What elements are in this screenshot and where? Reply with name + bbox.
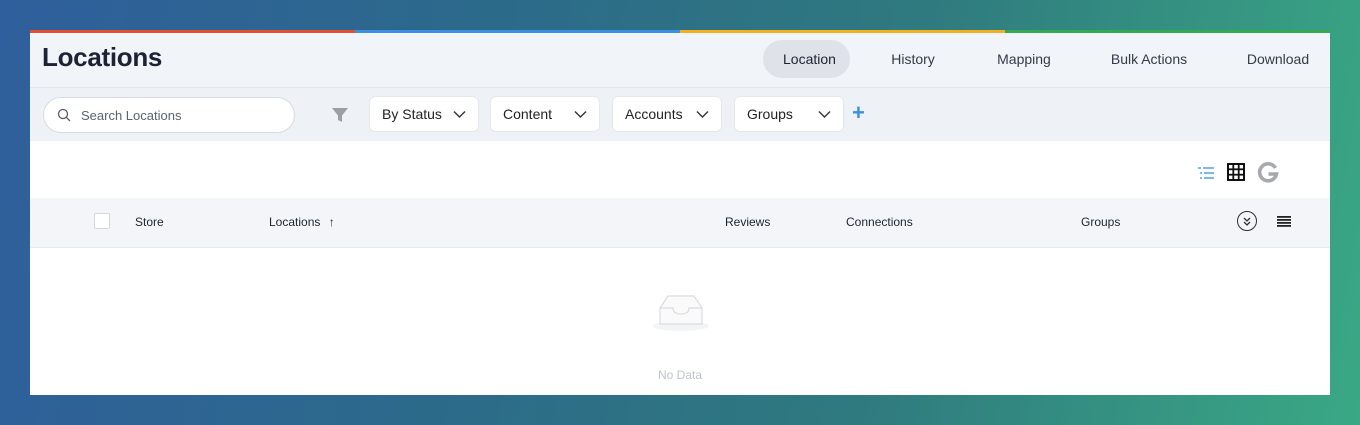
sort-arrow-icon: ↑ bbox=[328, 215, 335, 229]
tab-download[interactable]: Download bbox=[1226, 40, 1330, 78]
dropdown-by-status-label: By Status bbox=[382, 106, 442, 122]
tab-bulk-actions[interactable]: Bulk Actions bbox=[1090, 40, 1208, 78]
filter-toolbar: By Status Content Accounts Groups + bbox=[30, 88, 1330, 141]
chevron-down-icon bbox=[818, 111, 831, 118]
view-switcher bbox=[30, 150, 1330, 196]
page-title: Locations bbox=[42, 42, 163, 72]
column-store[interactable]: Store bbox=[135, 215, 164, 229]
column-reviews[interactable]: Reviews bbox=[725, 215, 770, 229]
list-view-icon[interactable] bbox=[1198, 167, 1214, 179]
add-filter-button[interactable]: + bbox=[852, 100, 865, 126]
empty-state-text: No Data bbox=[657, 368, 703, 382]
grid-view-icon[interactable] bbox=[1227, 163, 1245, 181]
dropdown-groups[interactable]: Groups bbox=[734, 96, 844, 132]
chevron-down-icon bbox=[574, 111, 587, 118]
search-input[interactable] bbox=[79, 106, 273, 124]
filter-icon[interactable] bbox=[331, 106, 349, 124]
page-header: Locations Location History Mapping Bulk … bbox=[30, 33, 1330, 88]
header-tabs: Location History Mapping Bulk Actions Do… bbox=[753, 39, 1330, 79]
expand-all-button[interactable] bbox=[1237, 211, 1257, 231]
search-icon bbox=[57, 108, 71, 122]
column-groups[interactable]: Groups bbox=[1081, 215, 1120, 229]
google-icon[interactable] bbox=[1257, 162, 1279, 184]
dropdown-groups-label: Groups bbox=[747, 106, 793, 122]
column-locations[interactable]: Locations ↑ bbox=[269, 215, 335, 229]
empty-state: No Data bbox=[30, 248, 1330, 395]
select-all-checkbox[interactable] bbox=[94, 213, 110, 229]
empty-inbox-icon bbox=[653, 295, 709, 331]
column-connections[interactable]: Connections bbox=[846, 215, 913, 229]
locations-app: Locations Location History Mapping Bulk … bbox=[30, 30, 1330, 395]
column-locations-label: Locations bbox=[269, 215, 321, 229]
tab-location[interactable]: Location bbox=[763, 40, 850, 78]
table-header: Store Locations ↑ Reviews Connections Gr… bbox=[30, 198, 1330, 248]
chevron-down-icon bbox=[453, 111, 466, 118]
tab-history[interactable]: History bbox=[868, 40, 958, 78]
dropdown-accounts[interactable]: Accounts bbox=[612, 96, 722, 132]
chevron-down-icon bbox=[696, 111, 709, 118]
dropdown-accounts-label: Accounts bbox=[625, 106, 683, 122]
tab-mapping[interactable]: Mapping bbox=[976, 40, 1072, 78]
dropdown-content-label: Content bbox=[503, 106, 553, 122]
search-box bbox=[43, 97, 295, 133]
double-chevron-down-icon bbox=[1243, 217, 1251, 226]
dropdown-content[interactable]: Content bbox=[490, 96, 600, 132]
column-settings-icon[interactable] bbox=[1277, 216, 1291, 227]
dropdown-by-status[interactable]: By Status bbox=[369, 96, 479, 132]
